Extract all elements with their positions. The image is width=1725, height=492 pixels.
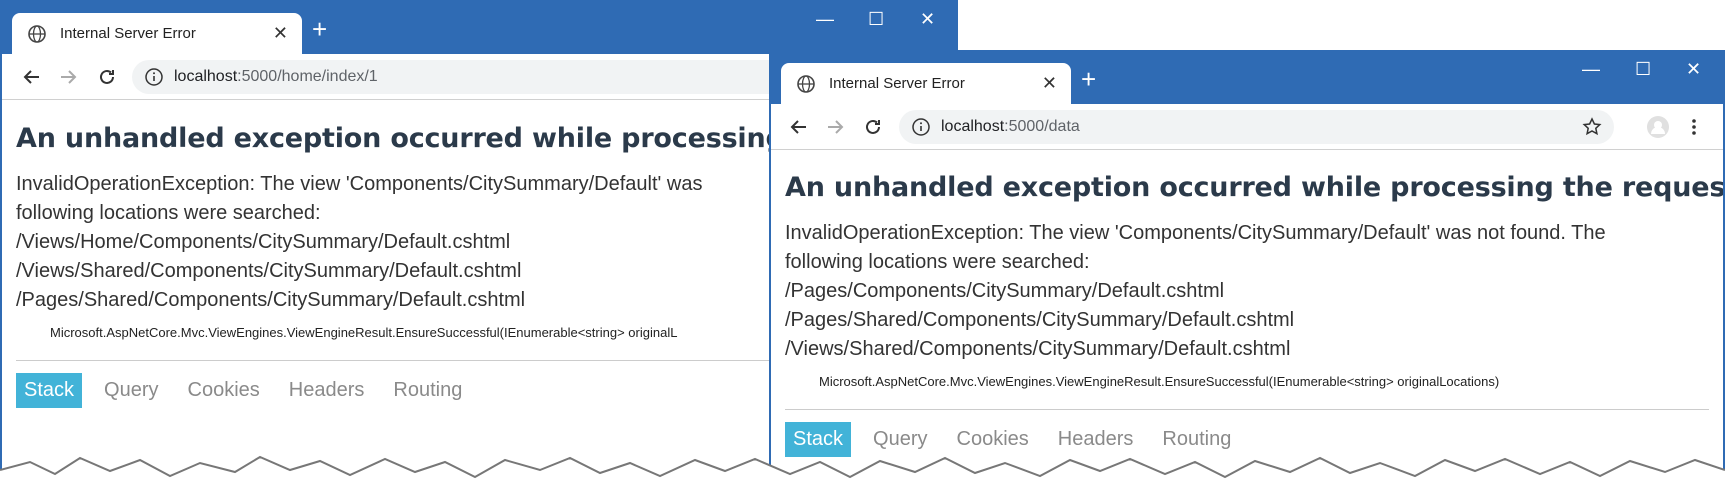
reload-icon[interactable] [94, 64, 120, 90]
url-text: localhost:5000/home/index/1 [174, 68, 378, 85]
message-line: following locations were searched: [785, 251, 1090, 273]
detail-tabs: Stack Query Cookies Headers Routing [785, 422, 1709, 457]
url-text: localhost:5000/data [941, 118, 1080, 135]
message-line: /Views/Shared/Components/CitySummary/Def… [785, 338, 1291, 360]
browser-tab[interactable]: Internal Server Error ✕ [12, 13, 302, 54]
forward-arrow-icon[interactable] [822, 114, 848, 140]
page-title: An unhandled exception occurred while pr… [785, 172, 1725, 203]
divider [785, 409, 1709, 410]
page-content: An unhandled exception occurred while pr… [771, 150, 1723, 490]
tab-query[interactable]: Query [873, 428, 927, 451]
new-tab-button[interactable]: + [1081, 66, 1096, 92]
address-bar[interactable]: localhost:5000/data [899, 110, 1614, 144]
tab-title: Internal Server Error [829, 75, 965, 92]
tab-headers[interactable]: Headers [1058, 428, 1134, 451]
tab-stack[interactable]: Stack [785, 422, 852, 457]
menu-icon[interactable] [1681, 114, 1707, 140]
tab-cookies[interactable]: Cookies [188, 379, 260, 402]
maximize-button[interactable]: ☐ [1635, 60, 1651, 78]
tab-query[interactable]: Query [104, 379, 158, 402]
browser-tab[interactable]: Internal Server Error ✕ [781, 63, 1071, 104]
back-arrow-icon[interactable] [19, 64, 45, 90]
tab-close-icon[interactable]: ✕ [1042, 73, 1057, 94]
stack-trace-line: Microsoft.AspNetCore.Mvc.ViewEngines.Vie… [819, 374, 1500, 389]
globe-icon [28, 24, 46, 43]
tab-cookies[interactable]: Cookies [957, 428, 1029, 451]
tab-close-icon[interactable]: ✕ [273, 23, 288, 44]
maximize-button[interactable]: ☐ [868, 10, 884, 28]
tab-stack[interactable]: Stack [16, 373, 83, 408]
tab-title: Internal Server Error [60, 25, 196, 42]
tab-routing[interactable]: Routing [1162, 428, 1231, 451]
forward-arrow-icon[interactable] [55, 64, 81, 90]
info-icon[interactable] [911, 117, 931, 137]
back-arrow-icon[interactable] [786, 114, 812, 140]
tab-headers[interactable]: Headers [289, 379, 365, 402]
profile-icon[interactable] [1645, 114, 1671, 140]
browser-window-right: Internal Server Error ✕ + — ☐ ✕ localhos… [769, 50, 1725, 492]
reload-icon[interactable] [860, 114, 886, 140]
new-tab-button[interactable]: + [312, 16, 327, 42]
message-line: /Pages/Components/CitySummary/Default.cs… [785, 280, 1225, 302]
info-icon[interactable] [144, 67, 164, 87]
close-window-button[interactable]: ✕ [920, 10, 935, 28]
toolbar: localhost:5000/data [771, 104, 1723, 150]
star-icon[interactable] [1579, 114, 1605, 140]
title-bar: Internal Server Error ✕ + — ☐ ✕ [771, 52, 1723, 104]
minimize-button[interactable]: — [1582, 60, 1600, 78]
error-message: InvalidOperationException: The view 'Com… [785, 219, 1709, 364]
title-bar: Internal Server Error ✕ + — ☐ ✕ [2, 2, 956, 54]
minimize-button[interactable]: — [816, 10, 834, 28]
message-line: /Pages/Shared/Components/CitySummary/Def… [785, 309, 1295, 331]
globe-icon [797, 74, 815, 93]
close-window-button[interactable]: ✕ [1686, 60, 1701, 78]
tab-routing[interactable]: Routing [393, 379, 462, 402]
message-line: InvalidOperationException: The view 'Com… [785, 222, 1606, 244]
